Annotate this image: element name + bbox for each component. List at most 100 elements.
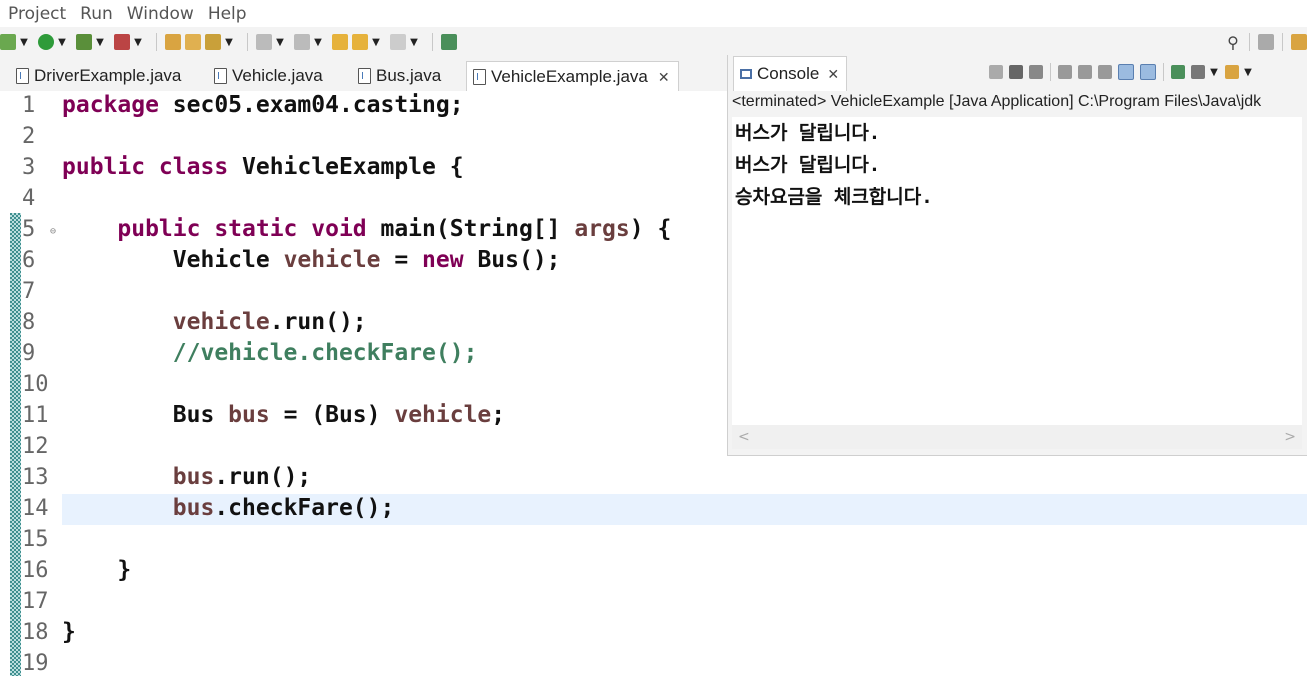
chevron-down-icon[interactable]: ▼ <box>274 31 286 53</box>
scroll-lock-icon[interactable] <box>1078 65 1092 79</box>
line-number: 13 <box>22 465 49 490</box>
type-name: Vehicle <box>172 247 284 273</box>
word-wrap-icon[interactable] <box>1098 65 1112 79</box>
tab-driverexample[interactable]: DriverExample.java <box>16 61 181 91</box>
code-text: .run(); <box>214 464 312 490</box>
tab-vehicle[interactable]: Vehicle.java <box>214 61 323 91</box>
console-output[interactable]: 버스가 달립니다. 버스가 달립니다. 승차요금을 체크합니다. <box>732 117 1302 425</box>
scroll-left-icon[interactable]: < <box>738 429 750 445</box>
toolbar-separator <box>1050 63 1051 81</box>
chevron-down-icon[interactable]: ▼ <box>132 31 144 53</box>
chevron-down-icon[interactable]: ▼ <box>370 31 382 53</box>
line-number: 10 <box>22 372 49 397</box>
back-icon[interactable] <box>352 34 368 50</box>
close-icon[interactable]: ✕ <box>827 66 839 83</box>
comment: //vehicle.checkFare(); <box>172 340 478 366</box>
open-type-icon[interactable] <box>185 34 201 50</box>
code-text: = (Bus) <box>269 402 395 428</box>
menu-run[interactable]: Run <box>80 4 113 24</box>
line-numbers: 1 2 3 4 5 ⊖ 6 7 8 9 10 11 12 13 14 15 16 … <box>22 91 58 696</box>
search-icon[interactable]: ⚲ <box>1223 31 1243 53</box>
variable: bus <box>228 402 270 428</box>
keyword: public class <box>62 154 229 180</box>
run-icon[interactable] <box>38 34 54 50</box>
new-java-project-icon[interactable] <box>165 34 181 50</box>
horizontal-scrollbar[interactable]: < > <box>732 425 1302 449</box>
previous-annotation-icon[interactable] <box>294 34 310 50</box>
code-line-13: bus.run(); <box>62 463 1307 494</box>
menu-project[interactable]: Project <box>8 4 66 24</box>
show-on-stderr-icon[interactable] <box>1140 64 1156 80</box>
chevron-down-icon[interactable]: ▼ <box>223 31 235 53</box>
line-number: 1 <box>22 93 36 118</box>
code-line-18: } <box>62 618 1307 649</box>
chevron-down-icon[interactable]: ▼ <box>18 31 30 53</box>
menu-window[interactable]: Window <box>127 4 194 24</box>
chevron-down-icon[interactable]: ▼ <box>1208 61 1220 83</box>
chevron-down-icon[interactable]: ▼ <box>56 31 68 53</box>
next-annotation-icon[interactable] <box>256 34 272 50</box>
variable: vehicle <box>394 402 492 428</box>
toolbar-separator <box>1282 33 1283 51</box>
pin-console-icon[interactable] <box>1171 65 1185 79</box>
java-file-icon <box>214 68 227 84</box>
line-number: 12 <box>22 434 49 459</box>
tab-console[interactable]: Console ✕ <box>733 56 847 91</box>
java-perspective-icon[interactable] <box>1291 34 1307 50</box>
last-edit-icon[interactable] <box>332 34 348 50</box>
code-text: ; <box>491 402 506 428</box>
keyword: package <box>62 92 159 118</box>
chevron-down-icon[interactable]: ▼ <box>1242 61 1254 83</box>
code-text: .run(); <box>269 309 367 335</box>
scroll-right-icon[interactable]: > <box>1284 429 1296 445</box>
code-text: Bus(); <box>463 247 561 273</box>
tab-bus[interactable]: Bus.java <box>358 61 441 91</box>
open-console-icon[interactable] <box>1225 65 1239 79</box>
display-console-icon[interactable] <box>1191 65 1205 79</box>
chevron-down-icon[interactable]: ▼ <box>312 31 324 53</box>
tab-vehicleexample[interactable]: VehicleExample.java ✕ <box>466 61 679 92</box>
line-number: 4 <box>22 186 36 211</box>
fold-icon[interactable]: ⊖ <box>50 217 56 246</box>
code-text: .checkFare(); <box>214 495 395 521</box>
line-number: 8 <box>22 310 36 335</box>
keyword: new <box>422 247 464 273</box>
line-number: 18 <box>22 620 49 645</box>
remove-all-icon[interactable] <box>1029 65 1043 79</box>
type-name: Bus <box>172 402 229 428</box>
console-output-line: 버스가 달립니다. <box>735 122 881 144</box>
show-on-stdout-icon[interactable] <box>1118 64 1134 80</box>
close-icon[interactable]: ✕ <box>658 69 670 86</box>
debug-icon[interactable] <box>0 34 16 50</box>
tab-label: Vehicle.java <box>232 66 323 85</box>
operator: = <box>380 247 423 273</box>
line-number: 17 <box>22 589 49 614</box>
coverage-icon[interactable] <box>76 34 92 50</box>
pin-editor-icon[interactable] <box>441 34 457 50</box>
code-line-16: } <box>62 556 1307 587</box>
tab-label: DriverExample.java <box>34 66 182 85</box>
console-view: Console ✕ ▼ ▼ <terminated> VehicleExampl… <box>727 55 1307 456</box>
chevron-down-icon[interactable]: ▼ <box>408 31 420 53</box>
variable: args <box>574 216 630 242</box>
clear-console-icon[interactable] <box>1058 65 1072 79</box>
search-tool-icon[interactable] <box>205 34 221 50</box>
open-perspective-icon[interactable] <box>1258 34 1274 50</box>
remove-launch-icon[interactable] <box>1009 65 1023 79</box>
line-number: 16 <box>22 558 49 583</box>
forward-icon[interactable] <box>390 34 406 50</box>
line-number: 9 <box>22 341 36 366</box>
external-tools-icon[interactable] <box>114 34 130 50</box>
menu-help[interactable]: Help <box>208 4 247 24</box>
chevron-down-icon[interactable]: ▼ <box>94 31 106 53</box>
code-text: } <box>117 557 132 583</box>
console-output-line: 버스가 달립니다. <box>735 154 881 176</box>
terminate-icon[interactable] <box>989 65 1003 79</box>
